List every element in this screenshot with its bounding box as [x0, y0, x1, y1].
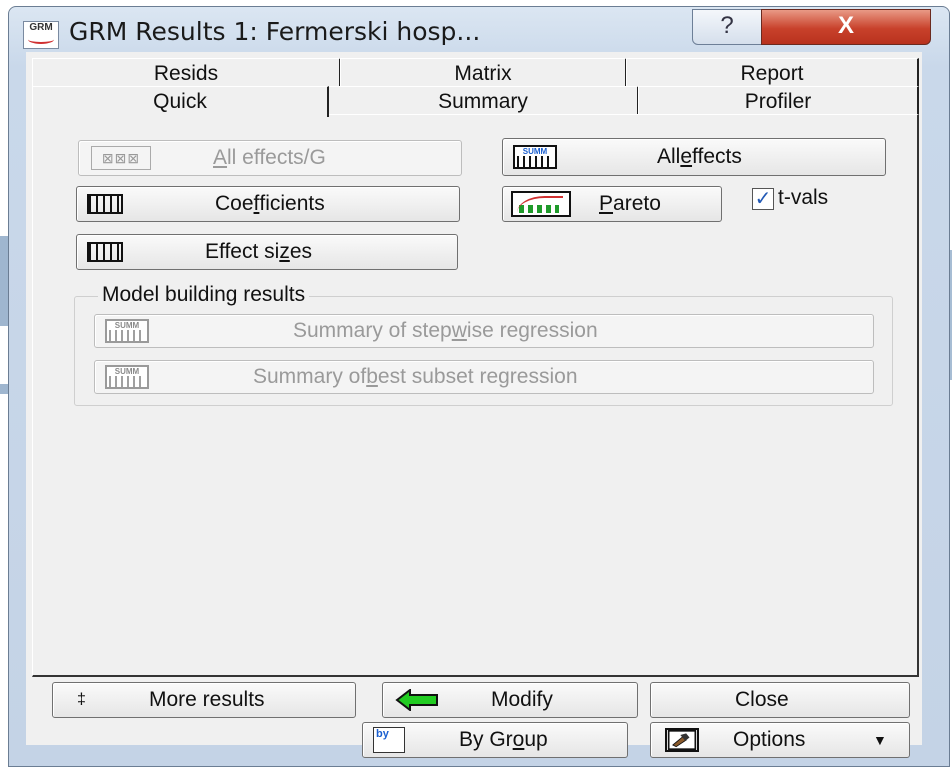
button-label: Modify [491, 688, 553, 711]
button-label: All e ffects [657, 145, 742, 168]
tab-quick[interactable]: Quick [32, 86, 329, 117]
options-hammer-icon [665, 728, 699, 752]
close-window-button[interactable]: X [761, 9, 931, 45]
button-label: All effects/G [213, 146, 326, 169]
help-button[interactable]: ? [692, 9, 762, 45]
xxx-grid-icon: ⊠⊠⊠ [91, 146, 151, 170]
more-results-button[interactable]: ‡ More results [52, 682, 356, 718]
table-grid-icon [87, 194, 123, 214]
tab-label: Matrix [454, 62, 512, 85]
summary-grid-icon: SUMM [513, 145, 557, 169]
button-label: Coe f ficients [215, 192, 325, 215]
close-icon: X [837, 12, 854, 39]
all-effects-button[interactable]: SUMM All e ffects [502, 138, 886, 176]
modify-button[interactable]: Modify [382, 682, 638, 718]
tab-label: Quick [153, 90, 207, 113]
button-label: More results [149, 688, 265, 711]
table-grid-icon [87, 242, 123, 262]
tab-label: Profiler [744, 90, 812, 113]
effect-sizes-button[interactable]: Effect si z es [76, 234, 458, 270]
green-arrow-left-icon [395, 689, 438, 711]
grm-app-icon: GRM [23, 21, 59, 49]
model-building-group-title: Model building results [98, 283, 310, 307]
summary-grid-icon: SUMM [105, 319, 149, 343]
by-group-icon: by [373, 727, 405, 753]
coefficients-button[interactable]: Coe f ficients [76, 186, 460, 222]
button-label: Effect si z es [205, 240, 312, 263]
button-label: Pareto [599, 192, 661, 215]
window-title: GRM Results 1: Fermerski hosp... [69, 17, 481, 46]
tab-matrix[interactable]: Matrix [340, 58, 627, 89]
double-arrow-down-icon: ‡ [77, 691, 86, 708]
pareto-button[interactable]: Pareto [502, 186, 722, 222]
tab-profiler[interactable]: Profiler [638, 86, 919, 117]
all-effects-g-button[interactable]: ⊠⊠⊠ All effects/G [78, 140, 462, 176]
checkmark-icon: ✓ [754, 188, 772, 210]
title-bar[interactable]: GRM GRM Results 1: Fermerski hosp... ? X [9, 7, 949, 55]
tab-label: Summary [438, 90, 528, 113]
tab-resids[interactable]: Resids [32, 58, 341, 89]
tab-summary[interactable]: Summary [328, 86, 639, 117]
summary-grid-icon: SUMM [105, 365, 149, 389]
best-subset-regression-button[interactable]: SUMM Summary of b est subset regression [94, 360, 874, 394]
button-label: Summary of step w ise regression [293, 319, 598, 342]
by-group-button[interactable]: by By Gr o up [362, 722, 628, 758]
button-label: Close [735, 688, 789, 711]
button-label: By Gr o up [459, 728, 548, 751]
tab-report[interactable]: Report [626, 58, 919, 89]
options-button[interactable]: Options ▼ [650, 722, 910, 758]
help-icon: ? [720, 12, 734, 39]
button-label: Summary of b est subset regression [253, 365, 578, 388]
tvals-checkbox[interactable]: ✓ [752, 188, 774, 210]
tvals-label: t-vals [778, 186, 829, 209]
pareto-chart-icon [511, 191, 571, 217]
dropdown-caret-icon: ▼ [873, 732, 887, 748]
tab-label: Report [740, 62, 804, 85]
tab-label: Resids [153, 62, 219, 85]
stepwise-regression-button[interactable]: SUMM Summary of step w ise regression [94, 314, 874, 348]
close-button[interactable]: Close [650, 682, 910, 718]
button-label: Options [733, 728, 806, 751]
